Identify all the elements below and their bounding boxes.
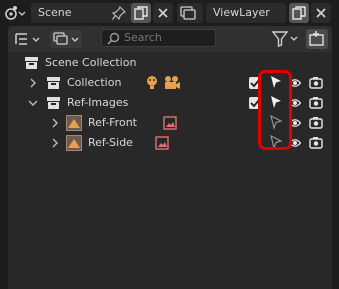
close-icon (158, 8, 168, 18)
chevron-down-icon[interactable] (28, 99, 38, 107)
viewlayer-type-icon[interactable] (177, 3, 203, 23)
tree-row-label: Collection (67, 76, 122, 89)
search-input[interactable]: Search (101, 29, 216, 47)
image-empty-icon (66, 135, 82, 151)
collection-icon (47, 77, 60, 89)
render-camera-icon[interactable] (309, 76, 323, 89)
copy-icon (292, 6, 306, 20)
tree-row-label: Ref-Side (88, 136, 133, 149)
new-viewlayer-button[interactable] (289, 3, 309, 23)
image-data-icon (163, 116, 177, 130)
remove-viewlayer-button[interactable] (311, 3, 331, 23)
viewlayer-name-label: ViewLayer (213, 6, 270, 19)
scene-type-icon[interactable] (4, 4, 26, 22)
close-icon (316, 8, 326, 18)
image-data-icon (155, 136, 169, 150)
chevron-right-icon[interactable] (51, 118, 59, 128)
new-scene-button[interactable] (131, 3, 151, 23)
light-icon (147, 76, 157, 89)
pin-icon[interactable] (112, 6, 126, 20)
tree-row-label: Scene Collection (45, 56, 137, 69)
copy-icon (134, 6, 148, 20)
render-camera-icon[interactable] (309, 136, 323, 149)
tree-row-label: Ref-Front (88, 116, 137, 129)
editor-type-button[interactable] (13, 30, 43, 48)
chevron-right-icon[interactable] (51, 138, 59, 148)
scene-name-label: Scene (38, 6, 72, 19)
new-collection-button[interactable] (306, 29, 328, 49)
search-placeholder: Search (124, 31, 162, 44)
highlight-annotation (258, 70, 292, 150)
collection-icon (47, 97, 60, 109)
scene-collection-icon (25, 57, 38, 69)
render-camera-icon[interactable] (309, 116, 323, 129)
render-camera-icon[interactable] (309, 96, 323, 109)
chevron-right-icon[interactable] (29, 78, 37, 88)
funnel-icon (271, 31, 298, 47)
remove-scene-button[interactable] (153, 3, 173, 23)
tree-row-label: Ref-Images (67, 96, 129, 109)
camera-object-icon (165, 76, 180, 89)
filter-button[interactable] (270, 29, 302, 49)
display-mode-button[interactable] (50, 30, 82, 48)
image-empty-icon (66, 115, 82, 131)
viewlayer-name-field[interactable]: ViewLayer (206, 3, 286, 23)
search-icon (107, 32, 120, 45)
